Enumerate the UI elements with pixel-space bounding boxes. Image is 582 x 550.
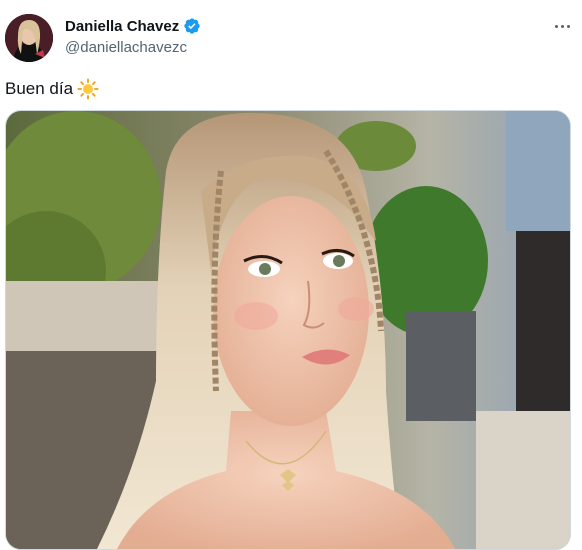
author-handle[interactable]: @daniellachavezc [65, 39, 187, 56]
sun-icon [77, 78, 99, 100]
dot-icon [560, 24, 564, 28]
tweet-header: Daniella Chavez @daniellachavezc [0, 0, 582, 72]
tweet-photo[interactable] [5, 110, 571, 550]
dot-icon [566, 24, 570, 28]
author-avatar[interactable] [5, 14, 53, 62]
portrait-photo [6, 111, 570, 549]
more-options-button[interactable] [550, 14, 574, 38]
author-display-name[interactable]: Daniella Chavez [65, 18, 179, 35]
dot-icon [554, 24, 558, 28]
verified-badge-icon [183, 17, 201, 35]
tweet-text: Buen día [5, 78, 99, 100]
tweet-text-content: Buen día [5, 79, 74, 98]
